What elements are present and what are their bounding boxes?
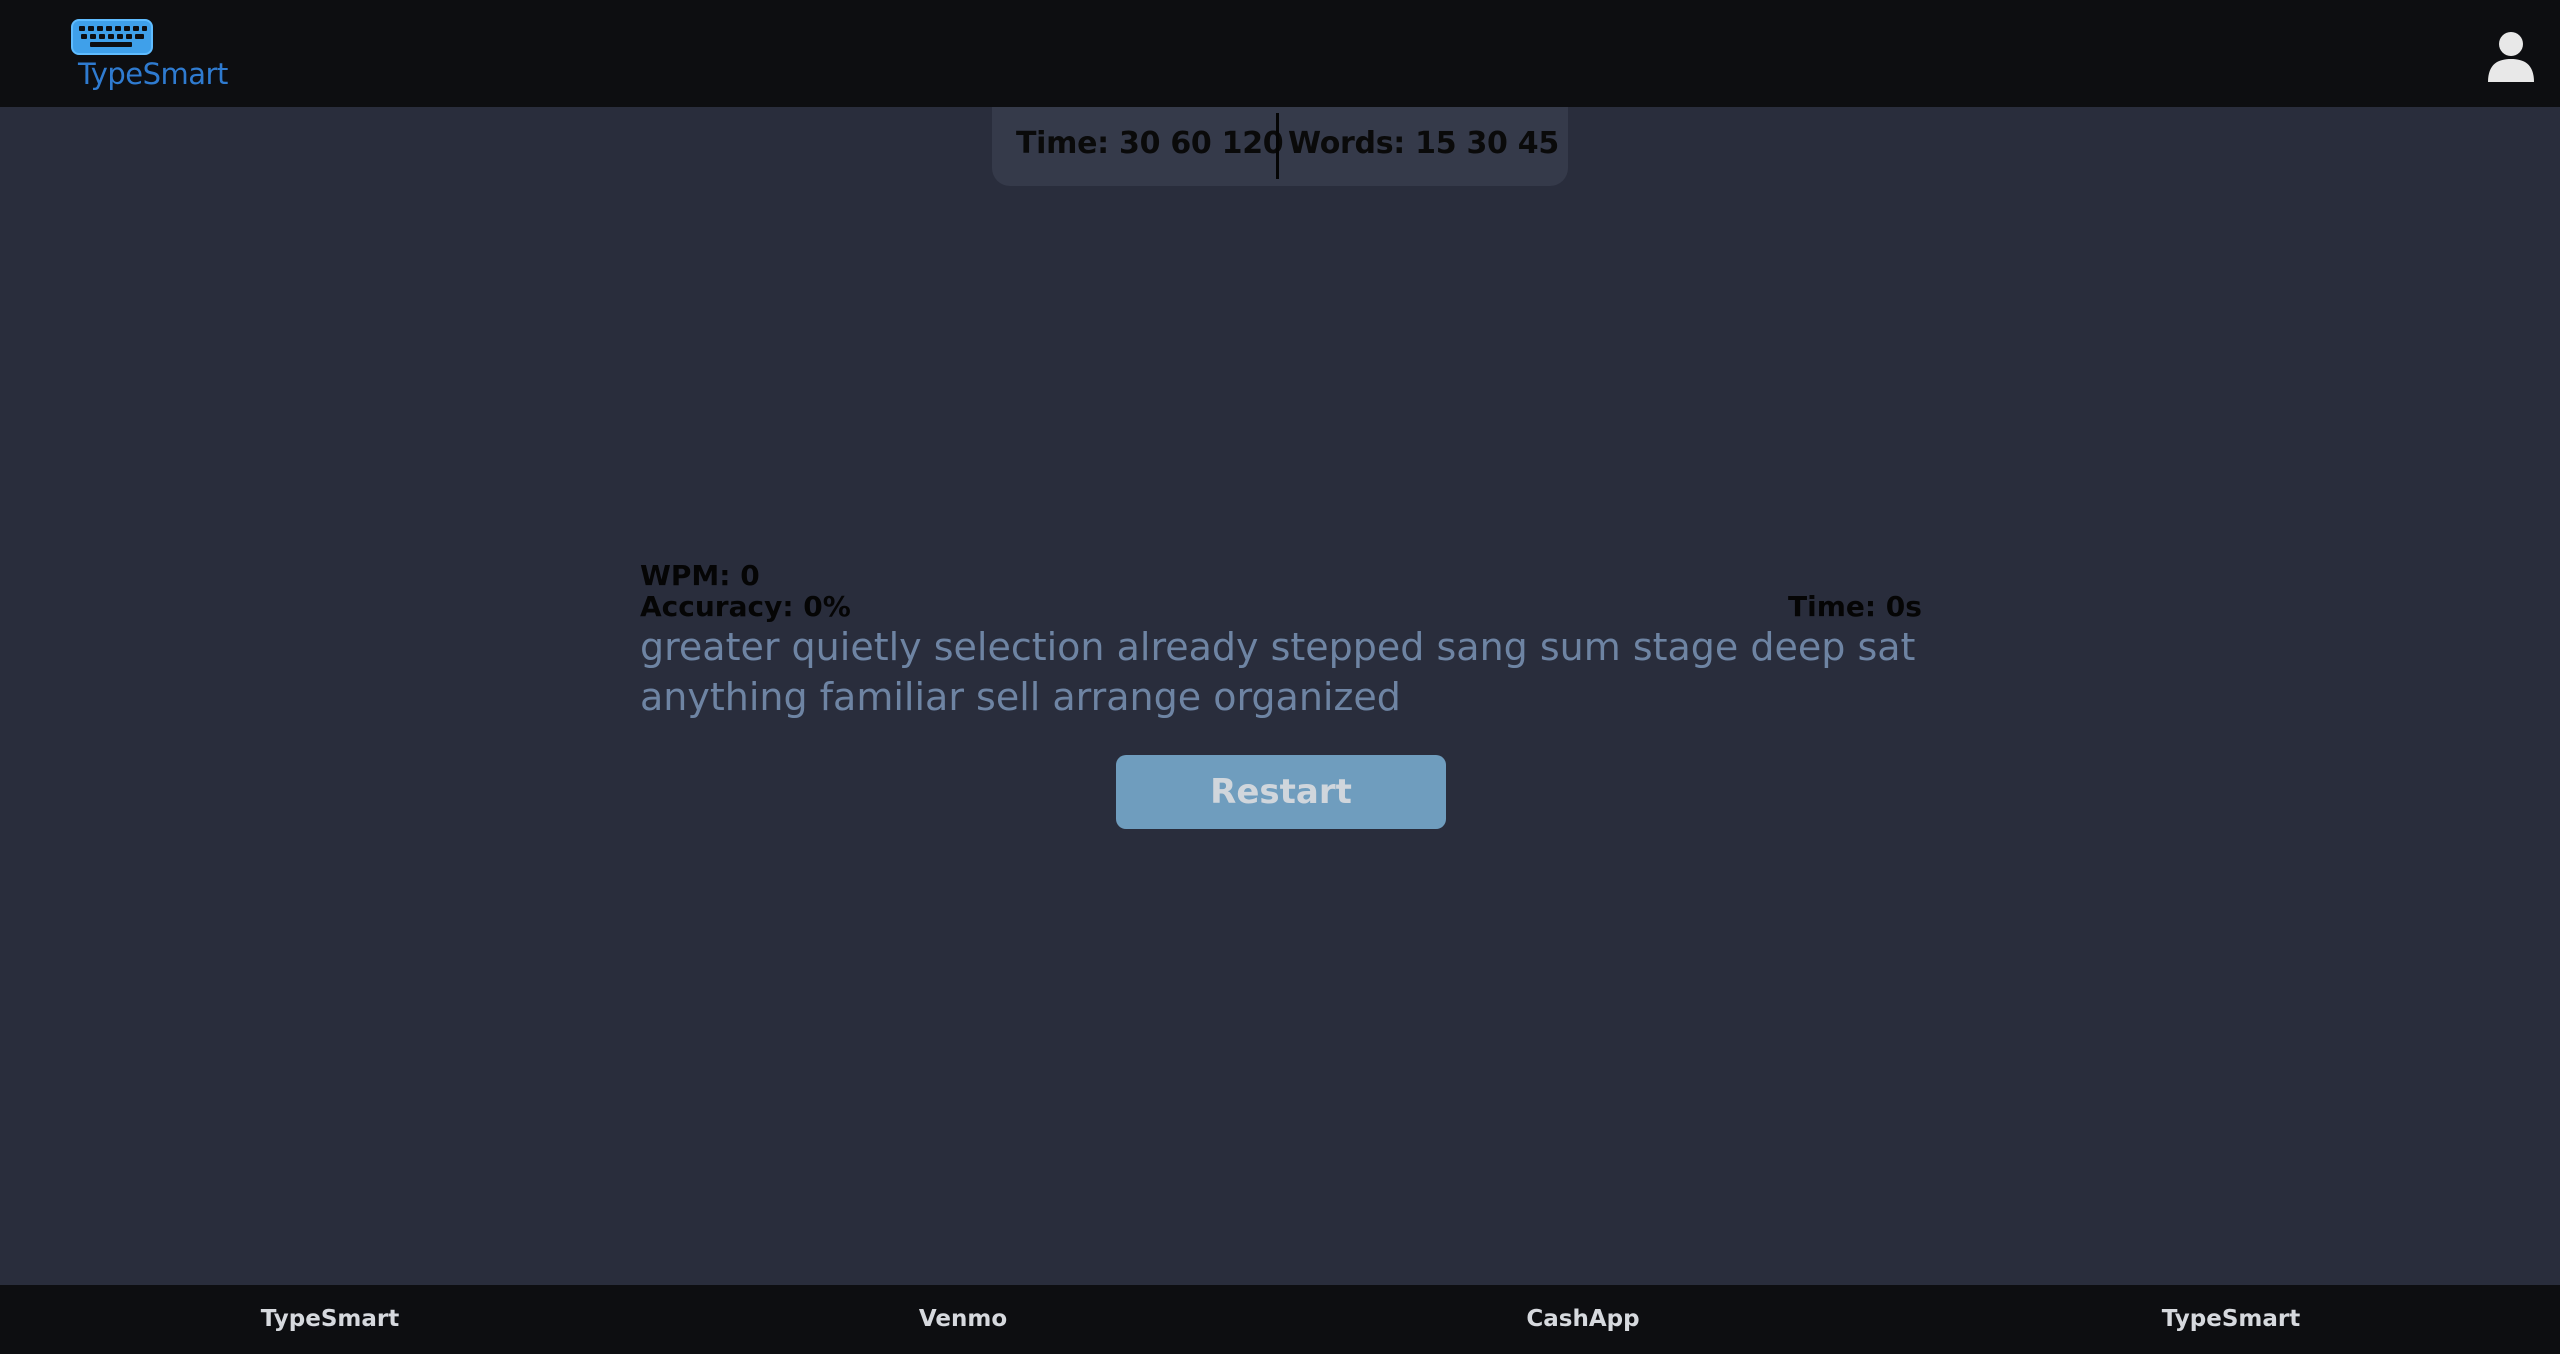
time-option-60[interactable]: 60 [1170, 126, 1211, 161]
footer-link-cashapp[interactable]: CashApp [1433, 1285, 1733, 1354]
time-mode-group: Time: 30 60 120 [1016, 126, 1284, 161]
footer-link-typesmart-2[interactable]: TypeSmart [2081, 1285, 2381, 1354]
test-mode-selector: Time: 30 60 120 Words: 15 30 45 [992, 107, 1568, 186]
words-mode-label: Words: [1288, 126, 1405, 161]
footer-link-venmo[interactable]: Venmo [813, 1285, 1113, 1354]
logo-text: TypeSmart [78, 57, 228, 91]
words-mode-group: Words: 15 30 45 [1288, 126, 1559, 161]
time-option-120[interactable]: 120 [1222, 126, 1284, 161]
words-option-45[interactable]: 45 [1518, 126, 1559, 161]
time-option-30[interactable]: 30 [1119, 126, 1160, 161]
keyboard-icon [71, 19, 153, 55]
footer: TypeSmart Venmo CashApp TypeSmart [0, 1285, 2560, 1354]
typesmart-logo[interactable]: TypeSmart [38, 18, 228, 89]
time-mode-label: Time: [1016, 126, 1109, 161]
words-option-30[interactable]: 30 [1466, 126, 1507, 161]
typing-words-area[interactable]: greater quietly selection already steppe… [640, 622, 1940, 722]
wpm-stat: WPM: 0 [640, 559, 760, 592]
time-stat: Time: 0s [1788, 590, 1922, 623]
footer-link-typesmart[interactable]: TypeSmart [180, 1285, 480, 1354]
accuracy-stat: Accuracy: 0% [640, 590, 851, 623]
restart-button[interactable]: Restart [1116, 755, 1446, 829]
user-icon[interactable] [2486, 30, 2536, 84]
mode-divider [1276, 113, 1279, 179]
words-option-15[interactable]: 15 [1415, 126, 1456, 161]
top-navbar: TypeSmart [0, 0, 2560, 107]
